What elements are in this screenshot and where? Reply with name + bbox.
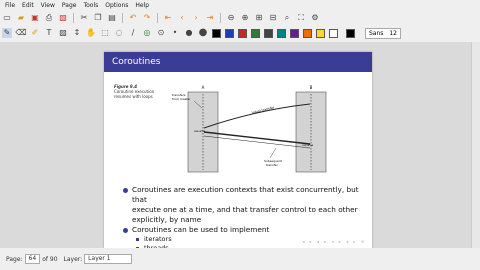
color-swatch[interactable] (225, 28, 234, 38)
menu-tools[interactable]: Tools (83, 2, 98, 9)
toolbar-separator (220, 13, 221, 23)
font-size: 12 (389, 29, 397, 37)
vertical-scrollbar[interactable] (471, 42, 480, 248)
note-bottom-pointer (269, 147, 277, 159)
hand-icon[interactable]: ✋ (86, 28, 96, 38)
toolbar-separator (73, 13, 74, 23)
pen-toolbar: ✎ ⌫ ✐ T ▨ ↕ ✋ ⬚ ◌ ∕ ◎ ⊙ • ● ● Sans 12 (0, 26, 480, 40)
color-swatch[interactable] (251, 28, 260, 38)
menu-options[interactable]: Options (105, 2, 128, 9)
note-top-2: from master (172, 97, 191, 101)
bullet-line: execute one at a time, and that transfer… (132, 205, 358, 214)
first-page-icon[interactable]: ⇤ (163, 13, 173, 23)
zoom-out-icon[interactable]: ⊖ (226, 13, 236, 23)
undo-icon[interactable]: ↶ (128, 13, 138, 23)
slide-title: Coroutines (104, 52, 372, 72)
page-count: of 90 (42, 255, 58, 263)
transfer-arrow (203, 103, 311, 129)
layer-select[interactable]: Layer 1 (84, 254, 133, 264)
default-tool-icon[interactable]: ⊙ (156, 28, 166, 38)
image-icon[interactable]: ▧ (58, 13, 68, 23)
font-name: Sans (369, 29, 384, 37)
prev-page-icon[interactable]: ‹ (177, 13, 187, 23)
fit-width-icon[interactable]: ⊞ (254, 13, 264, 23)
image-insert-icon[interactable]: ▨ (58, 28, 68, 38)
medium-icon[interactable]: ● (184, 28, 194, 38)
label-a: A (202, 85, 205, 90)
next-page-icon[interactable]: › (191, 13, 201, 23)
layer-label: Layer: (63, 255, 83, 263)
shape-recognizer-icon[interactable]: ◎ (142, 28, 152, 38)
search-icon[interactable]: ⌕ (282, 13, 292, 23)
select-rect-icon[interactable]: ⬚ (100, 28, 110, 38)
page-label: Page: (6, 255, 23, 263)
color-swatch[interactable] (264, 28, 273, 38)
paste-icon[interactable]: ▤ (107, 13, 117, 23)
status-bar: Page: 64 of 90 Layer: Layer 1 (0, 248, 480, 270)
thick-icon[interactable]: ● (198, 28, 208, 38)
bullet-line: Coroutines can be used to implement (132, 225, 270, 234)
page-number-input[interactable]: 64 (24, 254, 41, 264)
ruler-icon[interactable]: ∕ (128, 28, 138, 38)
menu-help[interactable]: Help (135, 2, 149, 9)
highlighter-icon[interactable]: ✐ (30, 28, 40, 38)
figure-caption: Figure 9.4 Coroutine execution resumes w… (114, 84, 154, 99)
open-icon[interactable]: ▰ (16, 13, 26, 23)
text-icon[interactable]: T (44, 28, 54, 38)
label-b: B (310, 85, 313, 90)
caption-line: resumes with loops (114, 94, 153, 99)
color-swatch[interactable] (212, 28, 221, 38)
pen-icon[interactable]: ✎ (2, 28, 12, 38)
cut-icon[interactable]: ✂ (79, 13, 89, 23)
color-swatch[interactable] (303, 28, 312, 38)
new-icon[interactable]: ▭ (2, 13, 12, 23)
font-selector[interactable]: Sans 12 (365, 27, 401, 39)
vertical-space-icon[interactable]: ↕ (72, 28, 82, 38)
beamer-nav-icons: ◂ ▸ ◂ ▸ ◂ ▸ ◂ ▸ ⟲ (302, 239, 366, 244)
bullet-item: Coroutines can be used to implement (122, 225, 367, 235)
last-page-icon[interactable]: ⇥ (205, 13, 215, 23)
bullet-line: Coroutines are execution contexts that e… (132, 185, 359, 204)
coroutine-diagram: A B transfers from master Initial transf… (172, 85, 327, 173)
color-swatch[interactable] (316, 28, 325, 38)
toolbar-separator (157, 13, 158, 23)
print-icon[interactable]: ⎙ (44, 13, 54, 23)
color-swatch[interactable] (277, 28, 286, 38)
menu-file[interactable]: File (5, 2, 15, 9)
color-swatch[interactable] (238, 28, 247, 38)
menu-view[interactable]: View (41, 2, 55, 9)
menu-edit[interactable]: Edit (22, 2, 34, 9)
color-swatch[interactable] (329, 28, 338, 38)
resume-label-a: resume (194, 129, 205, 133)
bullet-line: explicitly, by name (132, 215, 202, 224)
color-swatch[interactable] (290, 28, 299, 38)
bullet-item: Coroutines are execution contexts that e… (122, 185, 367, 225)
menu-page[interactable]: Page (62, 2, 77, 9)
resume-label-b: resume (302, 143, 313, 147)
select-region-icon[interactable]: ◌ (114, 28, 124, 38)
redo-icon[interactable]: ↷ (142, 13, 152, 23)
eraser-icon[interactable]: ⌫ (15, 28, 26, 38)
main-toolbar: ▭ ▰ ▣ ⎙ ▧ ✂ ❐ ▤ ↶ ↷ ⇤ ‹ › ⇥ ⊖ ⊕ ⊞ ⊟ ⌕ ⛶ … (0, 11, 480, 25)
zoom-in-icon[interactable]: ⊕ (240, 13, 250, 23)
fit-page-icon[interactable]: ⊟ (268, 13, 278, 23)
note-bottom-2: transfer (266, 163, 279, 167)
slide-page: Coroutines Figure 9.4 Coroutine executio… (104, 52, 372, 248)
color-swatch[interactable] (346, 28, 355, 38)
fullscreen-icon[interactable]: ⛶ (296, 13, 306, 23)
toolbar-separator (122, 13, 123, 23)
settings-icon[interactable]: ⚙ (310, 13, 320, 23)
fine-icon[interactable]: • (170, 28, 180, 38)
document-canvas[interactable]: Coroutines Figure 9.4 Coroutine executio… (0, 42, 480, 248)
save-icon[interactable]: ▣ (30, 13, 40, 23)
menu-bar: File Edit View Page Tools Options Help (0, 0, 480, 11)
copy-icon[interactable]: ❐ (93, 13, 103, 23)
